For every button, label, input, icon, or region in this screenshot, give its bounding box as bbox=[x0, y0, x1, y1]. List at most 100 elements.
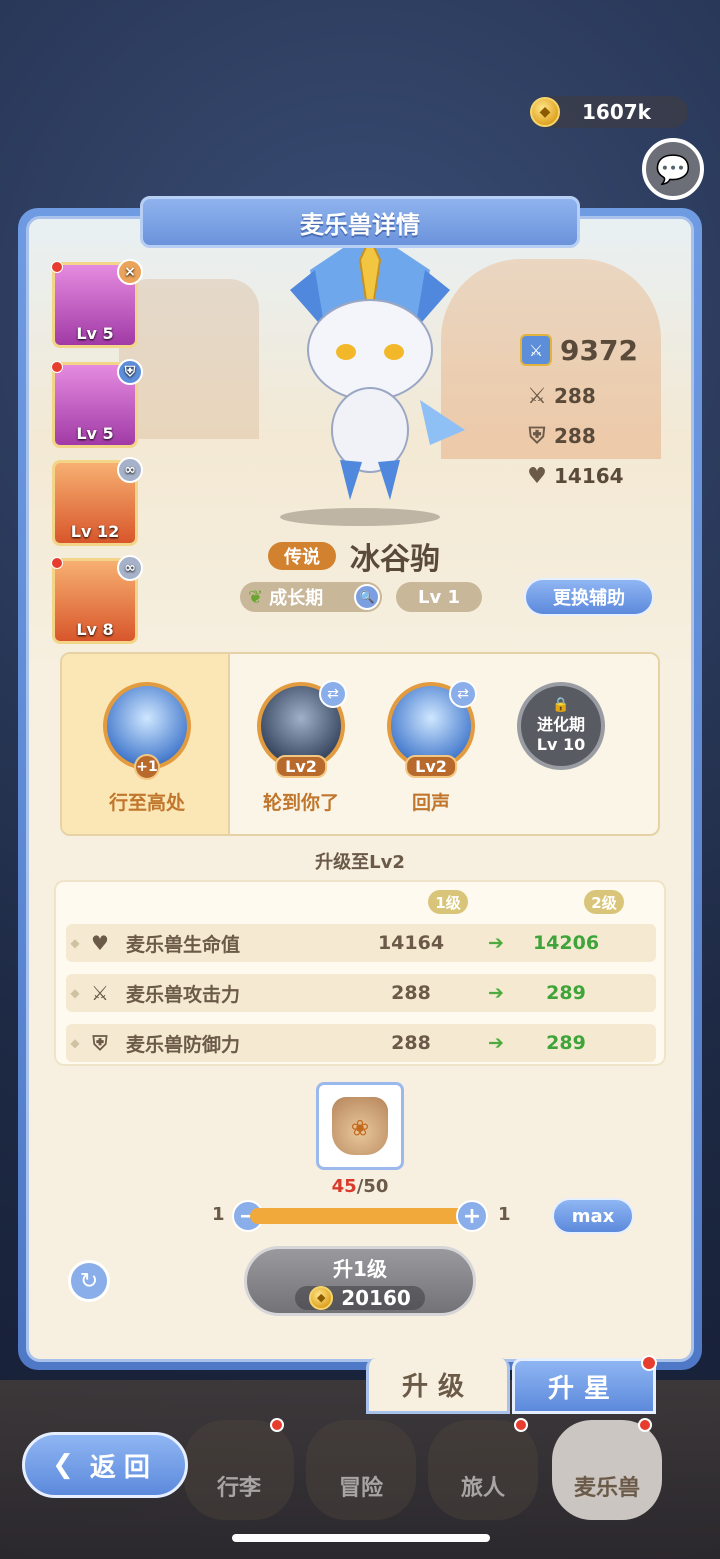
lock-icon: 🔒 bbox=[552, 697, 570, 714]
slider-max-value: 1 bbox=[498, 1204, 511, 1225]
slider-track[interactable] bbox=[250, 1208, 472, 1224]
arrow-right-icon: ➔ bbox=[488, 932, 504, 954]
team-slot-2[interactable]: Lv 5 ⛨ bbox=[51, 359, 143, 448]
gold-coin-icon: ◆ bbox=[530, 97, 560, 127]
link-icon: ∞ bbox=[117, 457, 143, 483]
defense-stat: ⛨ 288 bbox=[520, 416, 638, 456]
growth-stage[interactable]: ❦ 成长期 🔍 bbox=[240, 582, 382, 612]
skill-1[interactable]: +1 行至高处 bbox=[92, 682, 202, 815]
attack-stat: ⚔ 288 bbox=[520, 376, 638, 416]
magnifier-icon[interactable]: 🔍 bbox=[354, 584, 380, 610]
gold-currency-display: ◆ 1607k bbox=[530, 96, 688, 128]
skill-name: 行至高处 bbox=[108, 792, 185, 814]
skill-4-locked[interactable]: 🔒 进化期 Lv 10 bbox=[506, 682, 616, 770]
stat-to: 289 bbox=[546, 1032, 586, 1054]
material-item[interactable] bbox=[316, 1082, 404, 1170]
skill-orb: ⇄ Lv2 bbox=[257, 680, 347, 778]
stat-row-hp: ◆ ♥ 麦乐兽生命值 14164 ➔ 14206 bbox=[66, 924, 656, 962]
tab-star-up-label: 升星 bbox=[547, 1373, 620, 1404]
nav-bag[interactable]: 行李 bbox=[184, 1418, 294, 1520]
unlock-level: Lv 10 bbox=[536, 734, 586, 754]
tab-upgrade[interactable]: 升级 bbox=[366, 1358, 510, 1414]
quantity-slider[interactable]: 1 − + 1 bbox=[204, 1200, 524, 1232]
chat-bubbles-icon: 💬 bbox=[655, 152, 691, 186]
arrow-right-icon: ➔ bbox=[488, 982, 504, 1004]
skill-bar: +1 行至高处 ⇄ Lv2 轮到你了 ⇄ Lv2 回声 🔒 进化期 Lv 10 bbox=[60, 652, 660, 836]
skill-name: 轮到你了 bbox=[262, 792, 339, 814]
unlock-stage: 进化期 bbox=[536, 714, 585, 734]
stat-row-defense: ◆ ⛨ 麦乐兽防御力 288 ➔ 289 bbox=[66, 1024, 656, 1062]
team-slot-level: Lv 12 bbox=[70, 522, 120, 541]
row-bullet: ◆ bbox=[70, 1036, 80, 1050]
upgrade-title: 升级至Lv2 bbox=[315, 852, 405, 873]
swap-icon[interactable]: ⇄ bbox=[319, 680, 347, 708]
notification-dot bbox=[514, 1418, 528, 1432]
shield-icon: ⛨ bbox=[92, 1031, 108, 1055]
stat-row-attack: ◆ ⚔ 麦乐兽攻击力 288 ➔ 289 bbox=[66, 974, 656, 1012]
stat-to: 289 bbox=[546, 982, 586, 1004]
swap-icon[interactable]: ⇄ bbox=[449, 680, 477, 708]
shield-icon: ⛨ bbox=[117, 359, 143, 385]
pet-food-bag-icon bbox=[332, 1097, 388, 1155]
nav-adventure[interactable]: 冒险 bbox=[306, 1420, 416, 1520]
back-arrow-icon: ❮ bbox=[52, 1450, 82, 1480]
notification-dot bbox=[51, 557, 63, 569]
nav-bag-label: 行李 bbox=[216, 1476, 261, 1501]
upgrade-stats-table: 1级 2级 ◆ ♥ 麦乐兽生命值 14164 ➔ 14206 ◆ ⚔ 麦乐兽攻击… bbox=[54, 880, 666, 1066]
pet-level: Lv 1 bbox=[396, 582, 482, 612]
gold-coin-icon: ◆ bbox=[309, 1285, 334, 1310]
defense-value: 288 bbox=[554, 424, 596, 448]
nav-traveler-label: 旅人 bbox=[460, 1476, 505, 1501]
skill-level: Lv2 bbox=[275, 755, 327, 778]
skill-3[interactable]: ⇄ Lv2 回声 bbox=[376, 680, 486, 815]
skill-name: 回声 bbox=[411, 792, 450, 814]
notification-dot bbox=[638, 1418, 652, 1432]
nav-traveler[interactable]: 旅人 bbox=[428, 1418, 538, 1520]
upgrade-cost-value: 20160 bbox=[341, 1285, 411, 1310]
team-slot-1[interactable]: Lv 5 × bbox=[51, 259, 143, 348]
material-need: /50 bbox=[356, 1176, 389, 1197]
shield-icon: ⛨ bbox=[528, 423, 546, 449]
max-button[interactable]: max bbox=[552, 1198, 634, 1234]
combat-power-icon: ⚔ bbox=[520, 334, 552, 366]
leaf-icon: ❦ bbox=[248, 586, 264, 608]
close-icon[interactable]: × bbox=[117, 259, 143, 285]
arrow-right-icon: ➔ bbox=[488, 1032, 504, 1054]
hp-stat: ♥ 14164 bbox=[520, 456, 638, 496]
pet-illustration[interactable] bbox=[270, 230, 470, 520]
row-bullet: ◆ bbox=[70, 986, 80, 1000]
swap-assist-button[interactable]: 更换辅助 bbox=[524, 578, 654, 616]
power-stat: ⚔ 9372 bbox=[520, 328, 638, 372]
team-slot-3[interactable]: Lv 12 ∞ bbox=[52, 457, 143, 546]
material-have: 45 bbox=[331, 1176, 357, 1197]
notification-dot bbox=[270, 1418, 284, 1432]
skill-2[interactable]: ⇄ Lv2 轮到你了 bbox=[246, 680, 356, 815]
upgrade-button[interactable]: 升1级 ◆ 20160 bbox=[244, 1246, 476, 1316]
team-slot-level: Lv 8 bbox=[76, 620, 114, 639]
team-slot-4[interactable]: Lv 8 ∞ bbox=[51, 555, 143, 644]
nav-pets[interactable]: 麦乐兽 bbox=[552, 1418, 662, 1520]
skill-orb: +1 bbox=[103, 682, 191, 780]
reset-button[interactable]: ↻ bbox=[68, 1260, 110, 1302]
chat-button[interactable]: 💬 bbox=[642, 138, 704, 200]
plus-button[interactable]: + bbox=[456, 1200, 488, 1232]
rarity-badge: 传说 bbox=[268, 542, 336, 570]
swords-icon: ⚔ bbox=[527, 383, 547, 409]
stat-from: 288 bbox=[391, 982, 431, 1004]
pet-shadow bbox=[280, 508, 440, 526]
growth-stage-label: 成长期 bbox=[269, 588, 324, 609]
slider-min-value: 1 bbox=[212, 1204, 225, 1225]
material-count: 45/50 bbox=[316, 1176, 404, 1197]
refresh-icon: ↻ bbox=[79, 1268, 99, 1294]
back-button[interactable]: ❮ 返回 bbox=[22, 1432, 188, 1498]
tab-star-up[interactable]: 升星 bbox=[512, 1355, 657, 1414]
upgrade-cost: ◆ 20160 bbox=[295, 1285, 425, 1310]
nav-pets-label: 麦乐兽 bbox=[573, 1476, 640, 1501]
home-indicator[interactable] bbox=[232, 1534, 490, 1542]
pet-name: 冰谷驹 bbox=[350, 542, 440, 577]
stat-label: 麦乐兽防御力 bbox=[126, 1033, 241, 1056]
stat-from: 14164 bbox=[377, 932, 445, 954]
skill-orb: ⇄ Lv2 bbox=[387, 680, 477, 778]
gold-amount: 1607k bbox=[582, 100, 651, 124]
stat-to: 14206 bbox=[532, 932, 600, 954]
